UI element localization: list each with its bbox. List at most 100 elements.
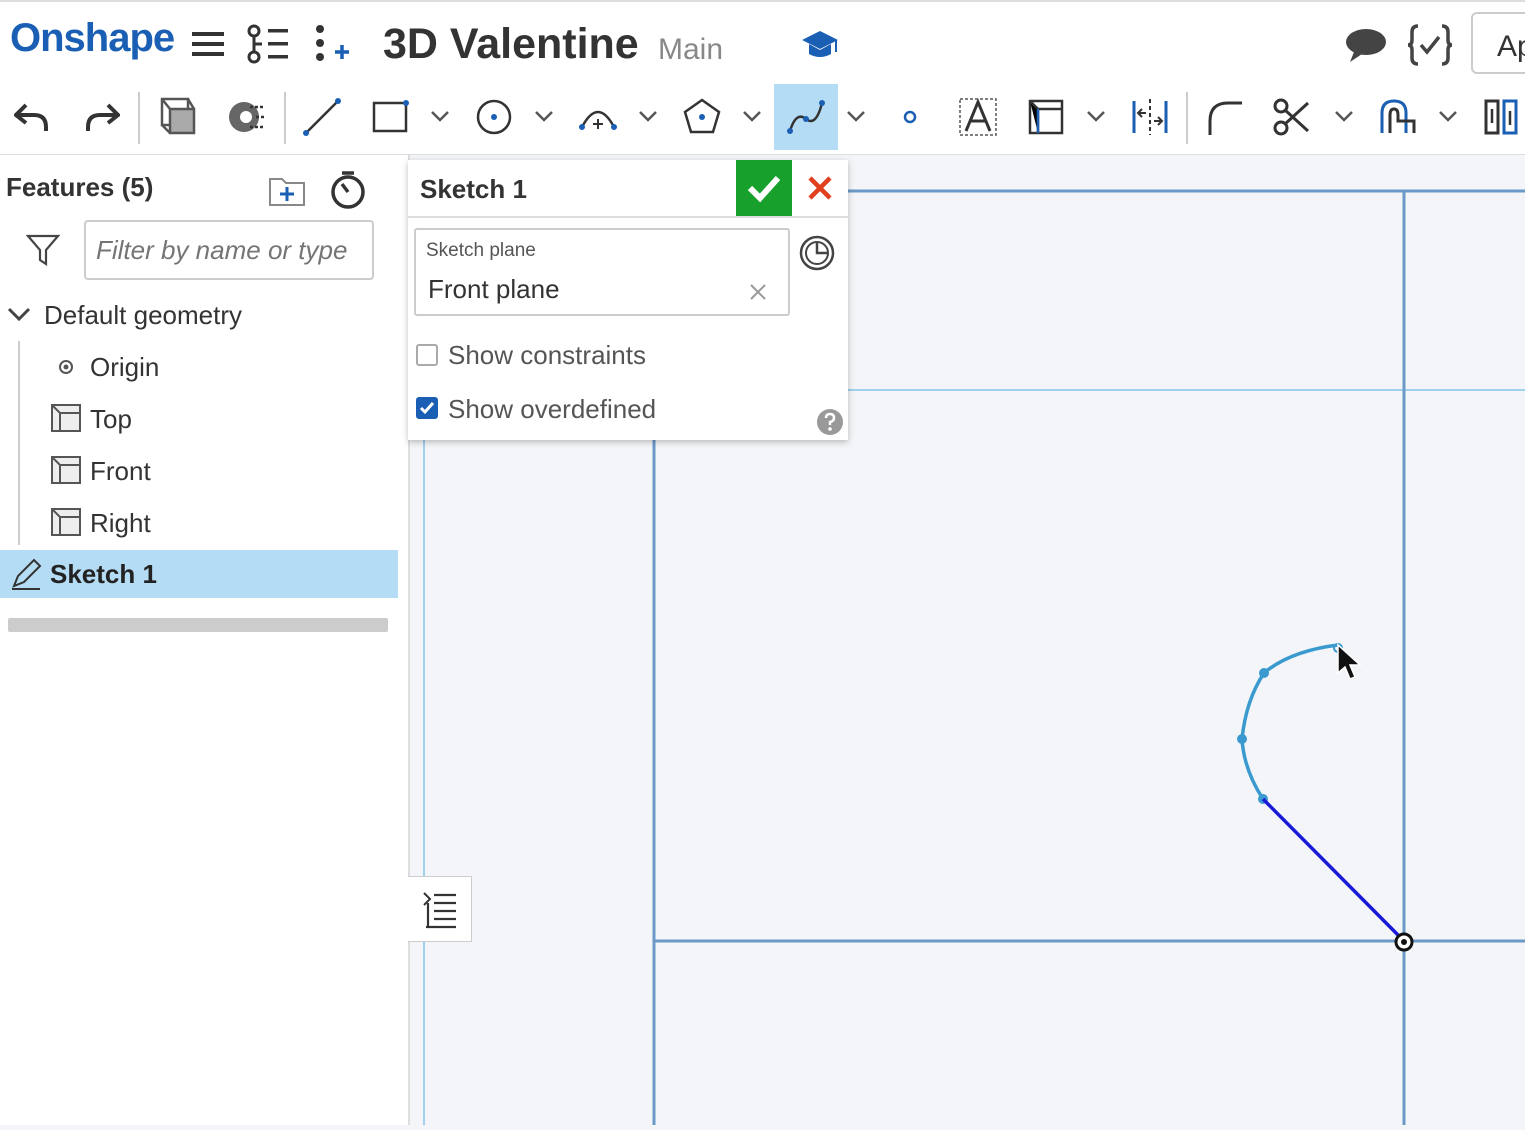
offset-dropdown-icon[interactable] [1436,104,1460,128]
show-overdefined-label[interactable]: Show overdefined [448,394,656,425]
construction-tool[interactable] [1016,84,1076,150]
add-folder-button[interactable] [268,173,306,212]
point-tool[interactable] [880,84,940,150]
dialog-title: Sketch 1 [420,174,527,204]
plane-icon [50,403,82,438]
insert-icon[interactable] [310,24,350,71]
dialog-divider [408,216,848,218]
line-tool[interactable] [292,84,352,150]
text-icon [959,98,997,136]
trim-tool[interactable] [1262,84,1322,150]
offset-tool[interactable] [1368,84,1428,150]
arc-icon [579,110,617,130]
scissors-icon [1273,98,1310,136]
default-geometry-toggle[interactable] [6,303,32,330]
cube-icon [160,97,196,135]
close-icon [808,176,832,200]
sketch-list-tab[interactable] [408,876,472,942]
point-icon [903,110,917,124]
spline-tool[interactable] [774,84,838,150]
arc-tool[interactable] [568,84,628,150]
add-folder-icon [269,178,305,206]
polygon-icon [683,98,721,134]
help-icon [817,409,843,435]
spline-dropdown-icon[interactable] [844,104,868,128]
view-normal-to-sketch-button[interactable] [798,234,836,277]
spline-icon [787,100,825,134]
tree-item-top[interactable]: Top [90,404,132,435]
sketch-dialog: Sketch 1 Sketch plane Front plane Show c… [408,160,848,440]
line-icon [303,98,341,136]
circle-icon [476,99,512,135]
feature-list-icon[interactable] [246,24,290,69]
construction-dropdown-icon[interactable] [1084,104,1108,128]
use-button[interactable] [216,84,276,150]
default-geometry-label[interactable]: Default geometry [44,300,242,331]
toolbar-separator [1186,92,1188,144]
rollback-timer-button[interactable] [330,170,366,215]
circle-tool[interactable] [464,84,524,150]
show-overdefined-checkbox[interactable] [416,397,438,419]
sketch-toolbar [0,84,1525,155]
sketch-plane-value: Front plane [428,274,560,304]
checkbox-check-icon [419,402,435,415]
chevron-down-icon [7,307,31,322]
cancel-button[interactable] [792,160,848,216]
tree-item-origin[interactable]: Origin [90,352,159,383]
origin-icon [56,357,76,382]
help-button[interactable] [816,408,844,441]
fillet-tool[interactable] [1194,84,1254,150]
clock-icon [799,235,835,271]
polygon-tool[interactable] [672,84,732,150]
use-icon [229,102,266,132]
onshape-logo[interactable]: Onshape [10,16,175,61]
transform-tool[interactable] [1472,84,1525,150]
trim-dropdown-icon[interactable] [1332,104,1356,128]
fillet-icon [1208,101,1242,135]
sketch-plane-label: Sketch plane [426,240,536,261]
show-constraints-checkbox[interactable] [416,344,438,366]
plane-icon [50,455,82,490]
horizontal-scrollbar[interactable] [8,618,388,632]
accept-button[interactable] [736,160,792,216]
arc-dropdown-icon[interactable] [636,104,660,128]
undo-icon [14,103,48,131]
branch-label[interactable]: Main [658,33,723,67]
tree-guide-line [18,341,20,545]
show-constraints-label[interactable]: Show constraints [448,340,646,371]
rectangle-tool[interactable] [360,84,420,150]
view-normal-button[interactable] [148,84,208,150]
toolbar-separator [138,92,140,144]
app-store-button[interactable]: Ap [1471,12,1525,74]
redo-icon [86,103,120,131]
tree-item-front[interactable]: Front [90,456,151,487]
redo-button[interactable] [72,84,132,150]
rectangle-dropdown-icon[interactable] [428,104,452,128]
spline-point [1237,734,1247,744]
feature-label-sketch: Sketch 1 [50,559,157,589]
feature-row-sketch[interactable]: Sketch 1 [0,550,398,598]
stopwatch-icon [331,171,365,209]
variables-icon[interactable] [1407,24,1453,71]
symmetric-tool[interactable] [1120,84,1180,150]
tree-item-right[interactable]: Right [90,508,151,539]
filter-icon[interactable] [25,233,61,272]
sketch-plane-field[interactable]: Sketch plane Front plane [414,228,790,316]
comments-icon[interactable] [1344,26,1388,69]
undo-button[interactable] [2,84,62,150]
transform-icon [1484,99,1518,135]
offset-icon [1380,99,1416,133]
circle-dropdown-icon[interactable] [532,104,556,128]
text-tool[interactable] [948,84,1008,150]
checkmark-icon [747,175,781,203]
clear-plane-button[interactable] [748,282,768,307]
top-bar: Onshape 3D Valentine Main Ap [0,0,1525,84]
list-icon [422,892,456,929]
menu-icon[interactable] [190,26,226,67]
polygon-dropdown-icon[interactable] [740,104,764,128]
plane-icon [50,507,82,542]
filter-input[interactable] [84,220,374,280]
rectangle-icon [372,100,409,133]
learning-center-icon[interactable] [800,26,840,67]
document-title[interactable]: 3D Valentine [383,20,639,69]
